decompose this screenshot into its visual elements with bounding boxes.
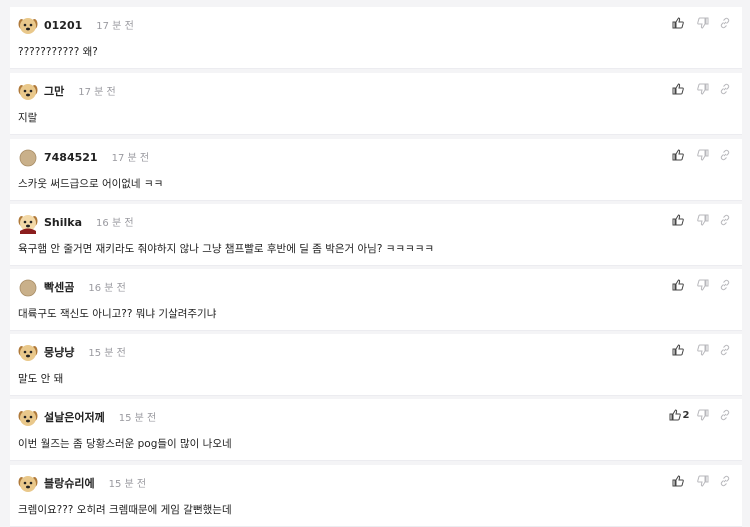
- thumbs-down-icon: [697, 409, 709, 421]
- dislike-button[interactable]: [692, 81, 714, 97]
- comment-author[interactable]: 블랑슈리에 15 분 전: [44, 475, 146, 491]
- comment-actions: [668, 473, 736, 489]
- dislike-button[interactable]: [692, 212, 714, 228]
- comment-author[interactable]: 그만 17 분 전: [44, 83, 116, 99]
- link-icon: [719, 475, 731, 487]
- comment-actions: [668, 81, 736, 97]
- comment-item: 블랑슈리에 15 분 전 크렘이요??? 오히려 크렘때문에 게임 갈뻔했는데: [10, 465, 742, 527]
- comment-item: 01201 17 분 전 ??????????? 왜?: [10, 7, 742, 69]
- thumbs-down-icon: [697, 17, 709, 29]
- thumbs-down-icon: [697, 149, 709, 161]
- comment-actions: [668, 277, 736, 293]
- dislike-button[interactable]: [692, 473, 714, 489]
- comment-text: 지랄: [18, 112, 38, 124]
- avatar[interactable]: [17, 407, 39, 429]
- comment-item: 7484521 17 분 전 스카웃 써드급으로 어이없네 ㅋㅋ: [10, 139, 742, 201]
- link-icon: [719, 279, 731, 291]
- thumbs-up-icon: [672, 214, 684, 226]
- comment-time: 17 분 전: [111, 153, 150, 164]
- comment-author[interactable]: 01201 17 분 전: [44, 17, 134, 32]
- avatar[interactable]: [17, 277, 39, 299]
- comment-actions: [668, 212, 736, 228]
- comment-item: 빡센곰 16 분 전 대륙구도 잭신도 아니고?? 뭐냐 기살려주기냐: [10, 269, 742, 331]
- like-button[interactable]: [668, 473, 692, 489]
- like-button[interactable]: [668, 342, 692, 358]
- link-icon: [719, 149, 731, 161]
- comment-time: 17 분 전: [78, 87, 116, 98]
- comment-author[interactable]: Shilka 16 분 전: [44, 214, 134, 229]
- avatar[interactable]: [17, 342, 39, 364]
- dislike-button[interactable]: [692, 407, 714, 423]
- link-icon: [719, 214, 731, 226]
- dislike-button[interactable]: [692, 15, 714, 31]
- thumbs-up-icon: [672, 279, 684, 291]
- comment-time: 15 분 전: [108, 479, 147, 490]
- comment-item: 설날은어저께 15 분 전 이번 월즈는 좀 당황스러운 pog들이 많이 나오네…: [10, 399, 742, 461]
- link-icon: [719, 83, 731, 95]
- comment-actions: [668, 342, 736, 358]
- like-button[interactable]: [668, 277, 692, 293]
- thumbs-up-icon: [672, 344, 684, 356]
- comment-text: 말도 안 돼: [18, 373, 64, 385]
- comment-text: 대륙구도 잭신도 아니고?? 뭐냐 기살려주기냐: [18, 308, 217, 320]
- avatar[interactable]: [17, 15, 39, 37]
- comment-text: 이번 월즈는 좀 당황스러운 pog들이 많이 나오네: [18, 438, 232, 450]
- like-button[interactable]: [668, 15, 692, 31]
- comment-text: ??????????? 왜?: [18, 46, 98, 58]
- link-icon: [719, 344, 731, 356]
- thumbs-up-icon: [672, 475, 684, 487]
- share-link-button[interactable]: [714, 212, 736, 228]
- comment-time: 16 분 전: [96, 218, 134, 229]
- thumbs-down-icon: [697, 475, 709, 487]
- share-link-button[interactable]: [714, 15, 736, 31]
- comment-text: 크렘이요??? 오히려 크렘때문에 게임 갈뻔했는데: [18, 504, 232, 516]
- thumbs-up-icon: [672, 149, 684, 161]
- comment-author[interactable]: 설날은어저께 15 분 전: [44, 409, 156, 425]
- comment-actions: [668, 147, 736, 163]
- avatar[interactable]: [17, 81, 39, 103]
- comment-time: 15 분 전: [88, 348, 126, 359]
- avatar[interactable]: [17, 212, 39, 234]
- comment-item: 뭉냥냥 15 분 전 말도 안 돼: [10, 334, 742, 396]
- comment-author[interactable]: 뭉냥냥 15 분 전: [44, 344, 126, 360]
- dislike-button[interactable]: [692, 147, 714, 163]
- share-link-button[interactable]: [714, 342, 736, 358]
- comment-time: 16 분 전: [88, 283, 126, 294]
- avatar[interactable]: [17, 147, 39, 169]
- thumbs-down-icon: [697, 279, 709, 291]
- thumbs-up-icon: [669, 409, 681, 421]
- thumbs-up-icon: [672, 83, 684, 95]
- share-link-button[interactable]: [714, 147, 736, 163]
- share-link-button[interactable]: [714, 277, 736, 293]
- comment-author[interactable]: 7484521 17 분 전: [44, 149, 149, 164]
- comment-author[interactable]: 빡센곰 16 분 전: [44, 279, 126, 295]
- share-link-button[interactable]: [714, 81, 736, 97]
- comment-item: 그만 17 분 전 지랄: [10, 73, 742, 135]
- like-button[interactable]: 2: [668, 407, 692, 423]
- link-icon: [719, 409, 731, 421]
- share-link-button[interactable]: [714, 473, 736, 489]
- dislike-button[interactable]: [692, 277, 714, 293]
- like-button[interactable]: [668, 212, 692, 228]
- comment-time: 15 분 전: [118, 413, 157, 424]
- comment-text: 스카웃 써드급으로 어이없네 ㅋㅋ: [18, 178, 164, 190]
- like-count: 2: [682, 409, 690, 421]
- like-button[interactable]: [668, 147, 692, 163]
- dislike-button[interactable]: [692, 342, 714, 358]
- link-icon: [719, 17, 731, 29]
- avatar[interactable]: [17, 473, 39, 495]
- like-button[interactable]: [668, 81, 692, 97]
- thumbs-down-icon: [697, 214, 709, 226]
- thumbs-down-icon: [697, 83, 709, 95]
- thumbs-down-icon: [697, 344, 709, 356]
- comment-time: 17 분 전: [96, 21, 134, 32]
- comment-item: Shilka 16 분 전 육구햄 안 줄거면 재키라도 줘야하지 않나 그냥 챔…: [10, 204, 742, 266]
- thumbs-up-icon: [672, 17, 684, 29]
- comment-list: 0120117 분 전 ??????????? 왜? 그만17 분 전 지랄: [0, 0, 750, 527]
- comment-actions: [668, 15, 736, 31]
- comment-actions: 2: [668, 407, 736, 423]
- comment-text: 육구햄 안 줄거면 재키라도 줘야하지 않나 그냥 챔프빨로 후반에 딜 좀 박…: [18, 243, 435, 255]
- share-link-button[interactable]: [714, 407, 736, 423]
